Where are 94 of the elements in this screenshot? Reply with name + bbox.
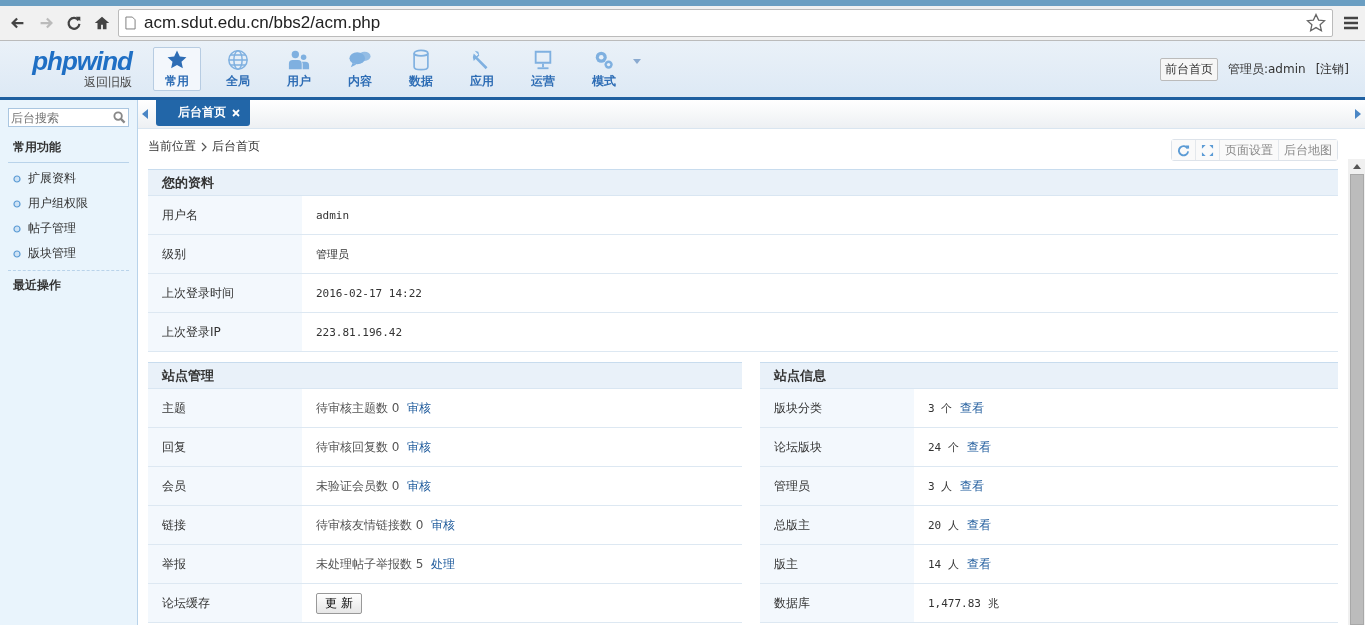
- fullscreen-button[interactable]: [1195, 140, 1219, 160]
- bullet-icon: [13, 249, 21, 258]
- breadcrumb-item: 后台首页: [212, 138, 260, 155]
- address-bar[interactable]: acm.sdut.edu.cn/bbs2/acm.php: [118, 9, 1333, 37]
- action-link[interactable]: 审核: [407, 438, 432, 456]
- logout-link[interactable]: [注销]: [1315, 60, 1349, 78]
- sidebar-item[interactable]: 版块管理: [28, 245, 76, 262]
- field-label: 上次登录时间: [162, 284, 234, 302]
- field-label: 用户名: [162, 206, 198, 224]
- field-label: 管理员: [774, 477, 810, 495]
- star-icon: [166, 48, 188, 71]
- field-label: 级别: [162, 245, 186, 263]
- field-value: admin: [316, 208, 350, 222]
- nav-tab[interactable]: 数据: [397, 47, 445, 91]
- field-label: 举报: [162, 555, 186, 573]
- nav-tab[interactable]: 用户: [275, 47, 323, 91]
- users-icon: [288, 48, 310, 71]
- caret-icon[interactable]: [633, 59, 641, 64]
- update-button[interactable]: 更 新: [316, 592, 362, 614]
- action-link[interactable]: 审核: [407, 399, 432, 417]
- bullet-icon: [13, 199, 21, 208]
- field-label: 论坛版块: [774, 438, 822, 456]
- view-link[interactable]: 查看: [960, 477, 985, 495]
- scroll-right-icon[interactable]: [1355, 109, 1361, 119]
- field-value: 14 人: [928, 556, 959, 572]
- search-field[interactable]: 后台搜索: [8, 108, 129, 127]
- sidebar-section-title: 最近操作: [8, 270, 129, 300]
- scroll-left-icon[interactable]: [142, 109, 148, 119]
- field-value: 管理员: [316, 246, 349, 262]
- field-label: 数据库: [774, 594, 810, 612]
- sidebar-item[interactable]: 用户组权限: [28, 195, 88, 212]
- monitor-icon: [532, 48, 554, 71]
- field-value: 待审核主题数 0: [316, 399, 400, 417]
- field-value: 待审核友情链接数 0: [316, 516, 424, 534]
- action-link[interactable]: 审核: [407, 477, 432, 495]
- field-label: 会员: [162, 477, 186, 495]
- search-icon[interactable]: [113, 111, 126, 124]
- field-label: 版主: [774, 555, 798, 573]
- field-value: 3 人: [928, 478, 953, 494]
- close-icon[interactable]: [232, 108, 240, 117]
- field-value: 2016-02-17 14:22: [316, 286, 422, 300]
- chevron-icon: [201, 141, 207, 152]
- old-version-link[interactable]: 返回旧版: [84, 73, 132, 91]
- field-label: 上次登录IP: [162, 323, 221, 341]
- field-value: 未处理帖子举报数 5: [316, 555, 424, 573]
- field-value: 未验证会员数 0: [316, 477, 400, 495]
- logo[interactable]: phpwind: [32, 47, 132, 74]
- nav-tab[interactable]: 应用: [458, 47, 506, 91]
- breadcrumb-item[interactable]: 当前位置: [148, 138, 196, 155]
- menu-icon[interactable]: [1343, 16, 1359, 30]
- toolbar-button[interactable]: 页面设置: [1219, 140, 1278, 160]
- sidebar-item[interactable]: 扩展资料: [28, 170, 76, 187]
- bullet-icon: [13, 224, 21, 233]
- nav-tab[interactable]: 模式: [580, 47, 628, 91]
- front-page-button[interactable]: 前台首页: [1159, 57, 1218, 81]
- page-tab[interactable]: 后台首页: [156, 100, 250, 126]
- view-link[interactable]: 查看: [966, 516, 991, 534]
- action-link[interactable]: 处理: [431, 555, 456, 573]
- sidebar-section-title: 常用功能: [8, 133, 129, 163]
- section-title: 您的资料: [148, 170, 1338, 196]
- fullscreen-icon: [1201, 143, 1214, 157]
- view-link[interactable]: 查看: [960, 399, 985, 417]
- page-icon: [125, 16, 136, 30]
- refresh-button[interactable]: [1172, 140, 1195, 160]
- field-label: 总版主: [774, 516, 810, 534]
- field-value: 待审核回复数 0: [316, 438, 400, 456]
- view-link[interactable]: 查看: [966, 555, 991, 573]
- field-label: 主题: [162, 399, 186, 417]
- globe-icon: [227, 48, 249, 71]
- refresh-icon: [1177, 143, 1190, 157]
- toolbar-button[interactable]: 后台地图: [1278, 140, 1337, 160]
- field-value: 3 个: [928, 400, 953, 416]
- section-title: 站点管理: [148, 363, 742, 389]
- field-label: 版块分类: [774, 399, 822, 417]
- field-value: 20 人: [928, 517, 959, 533]
- user-label: 管理员:admin: [1227, 60, 1306, 78]
- scroll-up-icon[interactable]: [1352, 164, 1361, 169]
- nav-tab[interactable]: 全局: [214, 47, 262, 91]
- bullet-icon: [13, 174, 21, 183]
- field-value: 1,477.83 兆: [928, 595, 999, 611]
- database-icon: [410, 48, 432, 71]
- nav-tab[interactable]: 内容: [336, 47, 384, 91]
- view-link[interactable]: 查看: [966, 438, 991, 456]
- field-label: 回复: [162, 438, 186, 456]
- sidebar-item[interactable]: 帖子管理: [28, 220, 76, 237]
- field-label: 链接: [162, 516, 186, 534]
- bookmark-star-icon[interactable]: [1306, 13, 1326, 33]
- action-link[interactable]: 审核: [431, 516, 456, 534]
- nav-tab[interactable]: 常用: [153, 47, 201, 91]
- field-value: 223.81.196.42: [316, 325, 403, 339]
- field-label: 论坛缓存: [162, 594, 210, 612]
- field-value: 24 个: [928, 439, 959, 455]
- section-title: 站点信息: [760, 363, 1338, 389]
- nav-tab[interactable]: 运营: [519, 47, 567, 91]
